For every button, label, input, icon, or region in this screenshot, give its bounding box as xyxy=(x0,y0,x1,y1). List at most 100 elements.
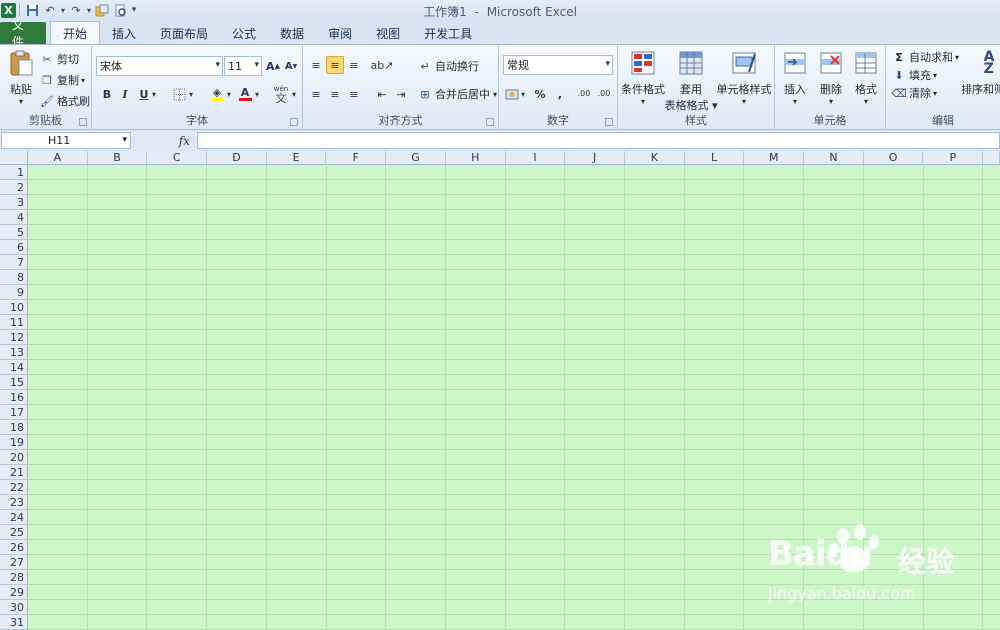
row-header-9[interactable]: 9 xyxy=(0,285,28,300)
alignment-launcher-icon[interactable] xyxy=(486,118,494,126)
clipboard-launcher-icon[interactable] xyxy=(79,118,87,126)
row-header-28[interactable]: 28 xyxy=(0,570,28,585)
column-header-b[interactable]: B xyxy=(87,151,148,165)
row-header-23[interactable]: 23 xyxy=(0,495,28,510)
column-header-k[interactable]: K xyxy=(625,151,685,165)
row-header-11[interactable]: 11 xyxy=(0,315,28,330)
border-button[interactable] xyxy=(170,85,188,103)
row-header-19[interactable]: 19 xyxy=(0,435,28,450)
increase-decimal-button[interactable]: .00 xyxy=(575,85,593,103)
column-header-p[interactable]: P xyxy=(923,151,984,165)
tab-page-layout[interactable]: 页面布局 xyxy=(148,22,220,44)
underline-dropdown-icon[interactable]: ▾ xyxy=(150,85,158,103)
tab-file[interactable]: 文件 xyxy=(0,18,46,49)
column-header-c[interactable]: C xyxy=(147,151,208,165)
column-header-h[interactable]: H xyxy=(445,151,506,165)
align-bottom-icon[interactable]: ≡ xyxy=(345,56,363,74)
decrease-decimal-button[interactable]: .00 xyxy=(595,85,613,103)
bold-button[interactable]: B xyxy=(98,85,116,103)
accounting-dropdown-icon[interactable]: ▾ xyxy=(519,85,527,103)
shrink-font-button[interactable]: A ▼ xyxy=(282,57,300,75)
font-color-button[interactable]: A xyxy=(236,85,254,103)
tab-developer[interactable]: 开发工具 xyxy=(412,22,484,44)
select-all-button[interactable] xyxy=(0,151,28,165)
wrap-text-button[interactable]: ↵ 自动换行 xyxy=(418,58,479,74)
tab-home[interactable]: 开始 xyxy=(50,21,101,44)
merge-center-button[interactable]: ⊞ 合并后居中 ▾ xyxy=(418,86,497,102)
row-header-1[interactable]: 1 xyxy=(0,165,28,180)
column-header-d[interactable]: D xyxy=(207,151,267,165)
row-header-10[interactable]: 10 xyxy=(0,300,28,315)
row-header-24[interactable]: 24 xyxy=(0,510,28,525)
column-header-l[interactable]: L xyxy=(684,151,745,165)
name-box[interactable]: H11 ▾ xyxy=(1,132,131,149)
format-cells-button[interactable]: 格式 ▾ xyxy=(850,49,882,106)
row-header-12[interactable]: 12 xyxy=(0,330,28,345)
phonetic-button[interactable]: wén 文 xyxy=(270,83,292,105)
row-header-27[interactable]: 27 xyxy=(0,555,28,570)
row-header-21[interactable]: 21 xyxy=(0,465,28,480)
fill-color-dropdown-icon[interactable]: ▾ xyxy=(225,85,233,103)
comma-button[interactable]: , xyxy=(551,85,569,103)
phonetic-dropdown-icon[interactable]: ▾ xyxy=(290,85,298,103)
row-header-3[interactable]: 3 xyxy=(0,195,28,210)
grow-font-button[interactable]: A ▲ xyxy=(264,57,282,75)
row-header-31[interactable]: 31 xyxy=(0,615,28,630)
column-header-m[interactable]: M xyxy=(744,151,805,165)
number-launcher-icon[interactable] xyxy=(605,118,613,126)
insert-cells-button[interactable]: 插入 ▾ xyxy=(779,49,811,106)
row-header-20[interactable]: 20 xyxy=(0,450,28,465)
formula-input[interactable] xyxy=(197,132,1000,149)
tab-insert[interactable]: 插入 xyxy=(100,22,148,44)
font-size-select[interactable]: 11 ▾ xyxy=(224,56,262,76)
tab-review[interactable]: 审阅 xyxy=(316,22,364,44)
fill-color-button[interactable]: ◈ xyxy=(208,85,226,103)
cell-styles-button[interactable]: 单元格样式 ▾ xyxy=(717,49,772,106)
format-as-table-button[interactable]: 套用 表格格式 ▾ xyxy=(664,49,718,113)
row-header-4[interactable]: 4 xyxy=(0,210,28,225)
align-right-icon[interactable]: ≡ xyxy=(345,85,363,103)
row-header-14[interactable]: 14 xyxy=(0,360,28,375)
row-header-22[interactable]: 22 xyxy=(0,480,28,495)
delete-cells-button[interactable]: 删除 ▾ xyxy=(815,49,847,106)
row-header-2[interactable]: 2 xyxy=(0,180,28,195)
row-header-13[interactable]: 13 xyxy=(0,345,28,360)
percent-button[interactable]: % xyxy=(531,85,549,103)
row-header-25[interactable]: 25 xyxy=(0,525,28,540)
row-header-16[interactable]: 16 xyxy=(0,390,28,405)
column-header-n[interactable]: N xyxy=(804,151,864,165)
font-name-select[interactable]: 宋体 ▾ xyxy=(96,56,223,76)
row-header-18[interactable]: 18 xyxy=(0,420,28,435)
paste-button[interactable]: 粘贴 ▾ xyxy=(6,49,36,107)
increase-indent-icon[interactable]: ⇥ xyxy=(392,85,410,103)
sort-filter-button[interactable]: AZ 排序和筛 xyxy=(961,49,1000,97)
tab-data[interactable]: 数据 xyxy=(268,22,316,44)
row-header-8[interactable]: 8 xyxy=(0,270,28,285)
italic-button[interactable]: I xyxy=(116,85,134,103)
copy-button[interactable]: ❐ 复制 ▾ xyxy=(40,72,85,88)
row-header-26[interactable]: 26 xyxy=(0,540,28,555)
row-header-15[interactable]: 15 xyxy=(0,375,28,390)
align-left-icon[interactable]: ≡ xyxy=(307,85,325,103)
column-header-e[interactable]: E xyxy=(266,151,327,165)
autosum-button[interactable]: Σ 自动求和 ▾ xyxy=(892,49,959,65)
insert-function-button[interactable]: fx xyxy=(133,132,196,149)
clear-button[interactable]: ⌫ 清除 ▾ xyxy=(891,85,937,101)
row-header-6[interactable]: 6 xyxy=(0,240,28,255)
column-header-a[interactable]: A xyxy=(28,151,88,165)
border-dropdown-icon[interactable]: ▾ xyxy=(187,85,195,103)
row-header-30[interactable]: 30 xyxy=(0,600,28,615)
column-header-j[interactable]: J xyxy=(565,151,625,165)
column-header-g[interactable]: G xyxy=(386,151,446,165)
tab-formulas[interactable]: 公式 xyxy=(220,22,268,44)
decrease-indent-icon[interactable]: ⇤ xyxy=(373,85,391,103)
orientation-icon[interactable]: ab↗ xyxy=(371,56,394,74)
row-header-17[interactable]: 17 xyxy=(0,405,28,420)
align-middle-icon[interactable]: ≡ xyxy=(326,56,344,74)
format-painter-button[interactable]: 🖌 格式刷 xyxy=(40,93,90,109)
align-center-icon[interactable]: ≡ xyxy=(326,85,344,103)
number-format-select[interactable]: 常规 ▾ xyxy=(503,55,613,75)
column-header-f[interactable]: F xyxy=(326,151,387,165)
font-color-dropdown-icon[interactable]: ▾ xyxy=(253,85,261,103)
conditional-format-button[interactable]: 条件格式 ▾ xyxy=(621,49,665,106)
